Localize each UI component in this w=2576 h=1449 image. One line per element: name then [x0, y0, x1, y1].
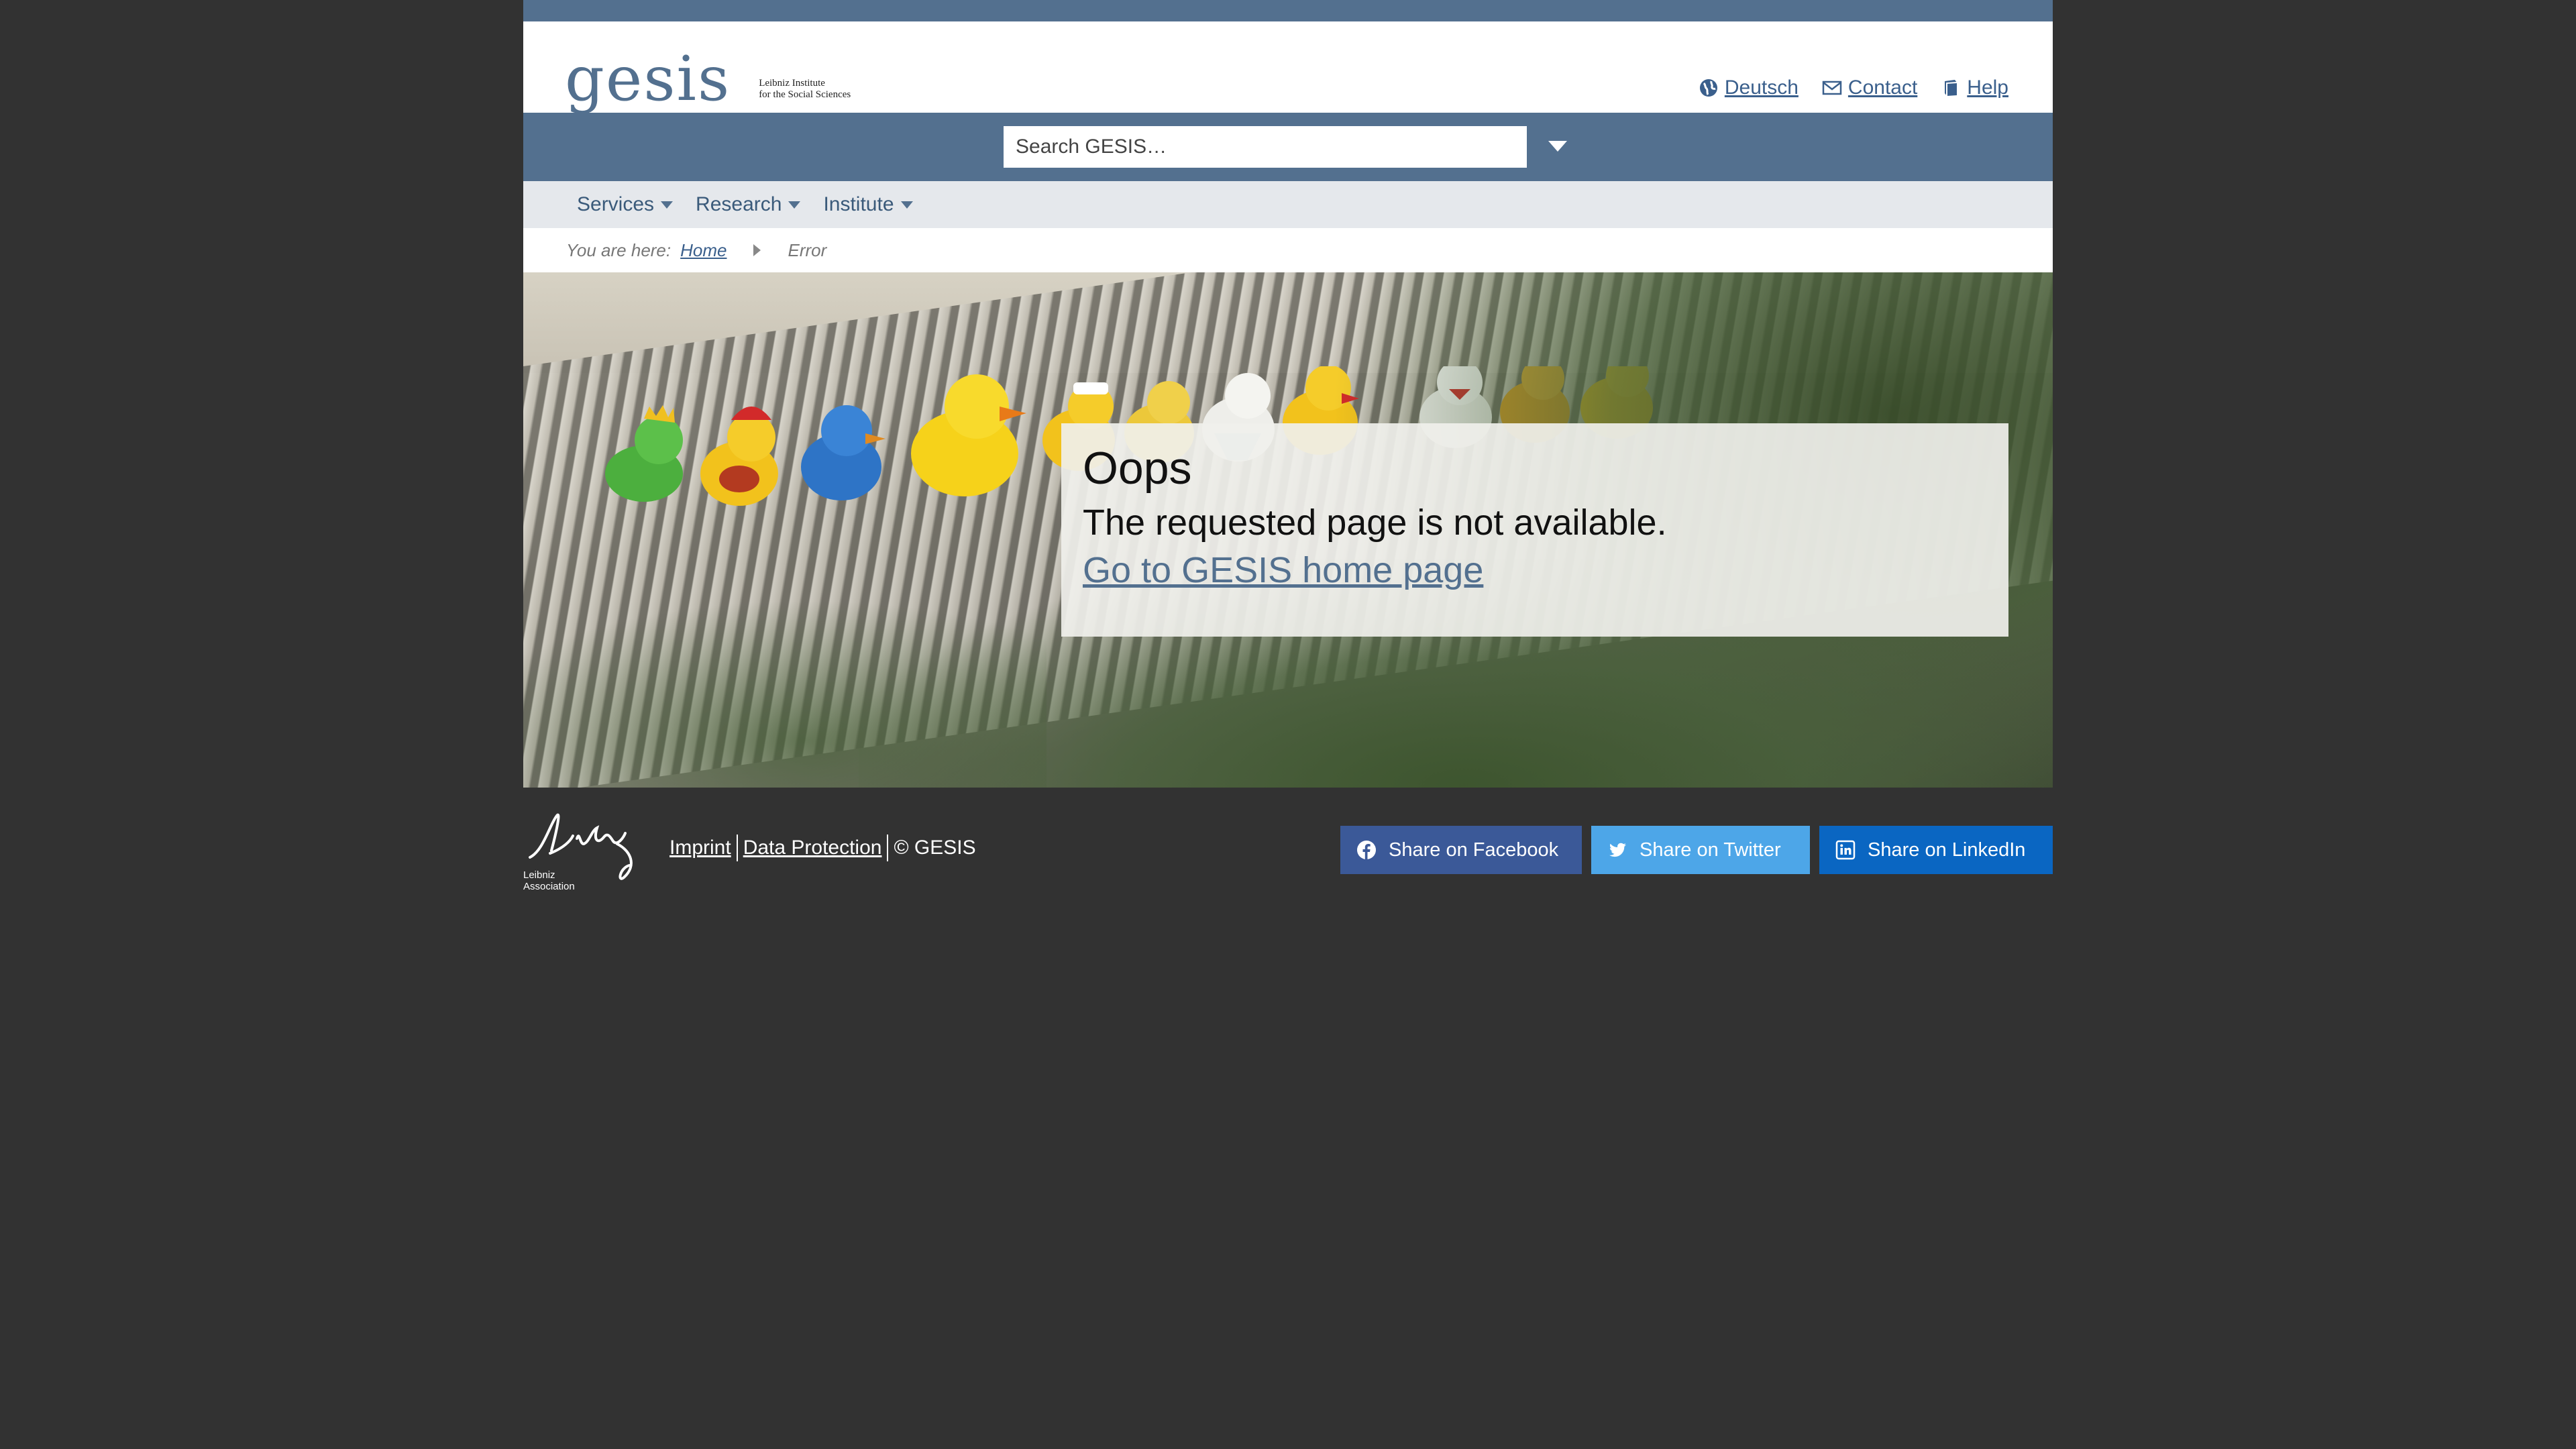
language-link[interactable]: Deutsch — [1698, 76, 1799, 99]
help-link[interactable]: Help — [1940, 76, 2008, 99]
header-links: Deutsch Contact Help — [1698, 76, 2008, 99]
nav-item-services[interactable]: Services — [577, 193, 674, 216]
contact-link[interactable]: Contact — [1821, 76, 1917, 99]
copyright-text: © GESIS — [894, 837, 976, 859]
breadcrumb-home-link[interactable]: Home — [680, 240, 727, 261]
gesis-logo[interactable]: gesis Leibniz Institute for the Social S… — [565, 48, 851, 110]
hero-foliage-left — [523, 600, 1046, 788]
error-message-box: Oops The requested page is not available… — [1061, 423, 2008, 637]
footer: Leibniz Association Imprint Data Protect… — [523, 788, 2053, 922]
share-linkedin-button[interactable]: Share on LinkedIn — [1819, 826, 2053, 874]
imprint-link[interactable]: Imprint — [669, 837, 731, 859]
nav-item-research-label: Research — [696, 193, 782, 215]
logo-subtitle-line2: for the Social Sciences — [759, 89, 851, 100]
error-title: Oops — [1083, 443, 1192, 494]
logo-subtitle-line1: Leibniz Institute — [759, 78, 825, 89]
leibniz-text: Leibniz Association — [523, 869, 575, 892]
leibniz-line1: Leibniz — [523, 869, 555, 881]
twitter-icon — [1609, 843, 1626, 857]
facebook-icon — [1357, 841, 1376, 859]
search-band — [523, 113, 2053, 181]
top-bar — [523, 0, 2053, 21]
breadcrumb-prefix: You are here: — [566, 239, 672, 260]
caret-down-icon[interactable] — [1544, 136, 1571, 157]
breadcrumb: You are here: Home Error — [523, 228, 2053, 272]
footer-separator — [887, 835, 889, 861]
footer-links: Imprint Data Protection © GESIS — [669, 835, 976, 861]
share-facebook-button[interactable]: Share on Facebook — [1340, 826, 1582, 874]
caret-down-icon — [661, 201, 674, 209]
logo-subtitle: Leibniz Institute for the Social Science… — [759, 78, 851, 101]
breadcrumb-current: Error — [788, 239, 827, 260]
share-facebook-label: Share on Facebook — [1389, 839, 1559, 861]
home-page-link[interactable]: Go to GESIS home page — [1083, 549, 1483, 592]
breadcrumb-separator-icon — [753, 244, 761, 256]
caret-down-icon — [900, 201, 913, 209]
logo-wordmark: gesis — [565, 43, 731, 115]
book-icon — [1945, 80, 1957, 96]
language-link-label: Deutsch — [1724, 76, 1799, 99]
envelope-icon — [1822, 80, 1842, 95]
nav-item-services-label: Services — [577, 193, 655, 215]
nav-item-institute-label: Institute — [823, 193, 894, 215]
nav-item-research[interactable]: Research — [696, 193, 801, 216]
search-input[interactable] — [1004, 126, 1527, 168]
linkedin-icon — [1835, 840, 1856, 860]
error-text: The requested page is not available. — [1083, 502, 1667, 543]
main-nav: Services Research Institute — [523, 181, 2053, 228]
page: gesis Leibniz Institute for the Social S… — [523, 0, 2053, 922]
leibniz-logo[interactable]: Leibniz Association — [523, 804, 637, 892]
header: gesis Leibniz Institute for the Social S… — [523, 21, 2053, 113]
share-linkedin-label: Share on LinkedIn — [1868, 839, 2026, 861]
share-twitter-label: Share on Twitter — [1640, 839, 1781, 861]
globe-icon — [1699, 79, 1717, 97]
footer-separator — [736, 835, 738, 861]
hero-image: Oops The requested page is not available… — [523, 272, 2053, 788]
data-protection-link[interactable]: Data Protection — [743, 837, 882, 859]
contact-link-label: Contact — [1847, 76, 1918, 99]
caret-down-icon — [788, 201, 801, 209]
nav-item-institute[interactable]: Institute — [823, 193, 913, 216]
help-link-label: Help — [1967, 76, 2008, 99]
share-twitter-button[interactable]: Share on Twitter — [1591, 826, 1810, 874]
leibniz-line2: Association — [523, 881, 575, 892]
